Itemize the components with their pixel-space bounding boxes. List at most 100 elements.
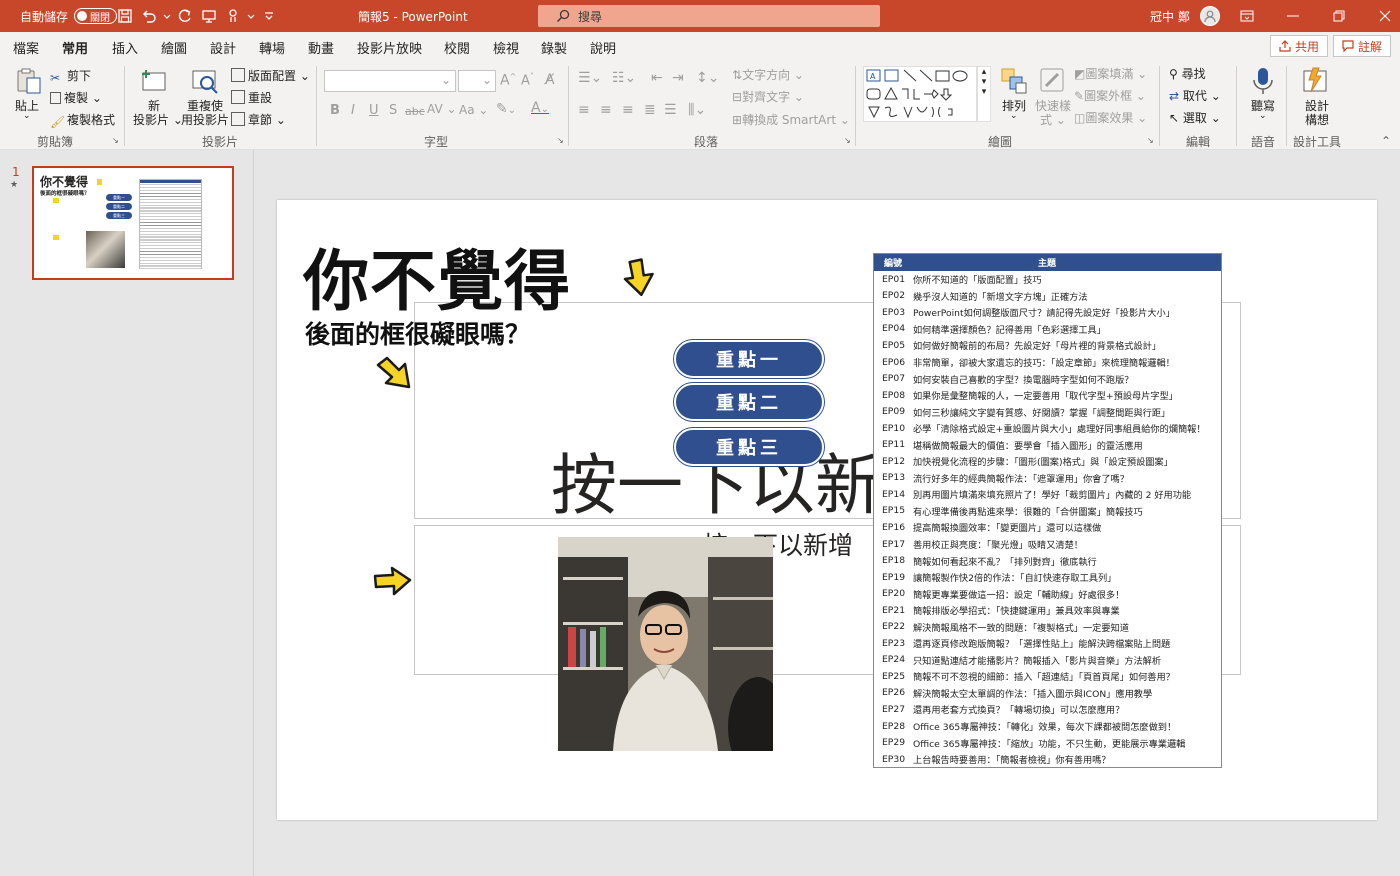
- clear-formatting-icon[interactable]: A̸: [545, 72, 555, 88]
- reuse-slides-button[interactable]: 用投影片: [181, 111, 229, 128]
- dictate-dropdown-icon[interactable]: ⌄: [1259, 111, 1267, 121]
- tab-review[interactable]: 校閱: [444, 38, 470, 57]
- text-direction-button[interactable]: ⇅文字方向 ⌄: [732, 66, 804, 83]
- tab-insert[interactable]: 插入: [112, 38, 138, 57]
- touch-dropdown-icon[interactable]: [246, 5, 256, 27]
- strikethrough-button[interactable]: abc: [405, 105, 425, 118]
- reuse-slides-icon[interactable]: [190, 66, 220, 96]
- layout-button[interactable]: 版面配置 ⌄: [231, 67, 310, 84]
- arrange-dropdown-icon[interactable]: ⌄: [1010, 111, 1018, 121]
- line-spacing-icon[interactable]: ↕⌄: [696, 70, 719, 86]
- decrease-font-icon[interactable]: A˅: [521, 72, 534, 88]
- arrow-down-icon[interactable]: [621, 258, 657, 298]
- restore-icon[interactable]: [1316, 0, 1362, 32]
- avatar[interactable]: [1199, 6, 1220, 26]
- font-name-dropdown[interactable]: ⌄: [324, 70, 456, 92]
- italic-button[interactable]: I: [351, 103, 355, 118]
- minimize-icon[interactable]: [1270, 0, 1316, 32]
- font-color-icon[interactable]: A⌄: [531, 100, 549, 116]
- font-size-dropdown[interactable]: ⌄: [458, 70, 496, 92]
- close-icon[interactable]: [1362, 0, 1400, 32]
- shapes-gallery[interactable]: A: [863, 66, 977, 122]
- shape-effects-button[interactable]: ◫圖案效果 ⌄: [1074, 109, 1147, 126]
- tab-animations[interactable]: 動畫: [308, 38, 334, 57]
- collapse-ribbon-icon[interactable]: ⌃: [1381, 134, 1391, 148]
- format-painter-button[interactable]: 🖌 複製格式: [50, 111, 115, 129]
- slide-thumbnail[interactable]: 你不覺得 後面的框很礙眼嗎？ 重點一 重點二 重點三: [32, 166, 234, 280]
- tab-file[interactable]: 檔案: [13, 38, 39, 57]
- paragraph-launcher-icon[interactable]: ↘: [844, 136, 851, 145]
- section-button[interactable]: 章節 ⌄: [231, 111, 286, 128]
- arrow-diagonal-icon[interactable]: [375, 355, 415, 391]
- shadow-button[interactable]: S: [389, 103, 397, 118]
- autosave-toggle[interactable]: 關閉: [74, 8, 118, 24]
- key-point-3-button[interactable]: 重點三: [674, 428, 824, 466]
- speaker-photo[interactable]: [558, 537, 773, 751]
- undo-icon[interactable]: [138, 5, 160, 27]
- share-button[interactable]: 共用: [1270, 35, 1328, 57]
- bold-button[interactable]: B: [330, 103, 340, 118]
- align-right-icon[interactable]: ≡: [622, 102, 634, 118]
- align-text-button[interactable]: ⊟對齊文字 ⌄: [732, 88, 804, 105]
- tab-home[interactable]: 常用: [62, 38, 89, 63]
- bullets-icon[interactable]: ☰⌄: [578, 70, 602, 86]
- comments-button[interactable]: 註解: [1333, 35, 1391, 57]
- episode-table[interactable]: 編號 主題 EP01 你所不知道的「版面配置」技巧 EP02 幾乎沒人知道的「新增文字…: [873, 253, 1222, 769]
- columns-icon[interactable]: ⫼⌄: [688, 102, 706, 118]
- arrange-icon[interactable]: [999, 66, 1029, 96]
- touch-mode-icon[interactable]: [222, 5, 244, 27]
- decrease-indent-icon[interactable]: ⇤: [651, 70, 663, 86]
- slide-canvas[interactable]: 按一下以新 按一下以新增 你不覺得 後面的框很礙眼嗎？ 重點一 重點二 重點三 …: [277, 200, 1377, 820]
- arrow-right-icon[interactable]: [372, 565, 414, 597]
- tab-draw[interactable]: 繪圖: [161, 38, 187, 57]
- clipboard-launcher-icon[interactable]: ↘: [112, 136, 119, 145]
- align-center-icon[interactable]: ≡: [600, 102, 612, 118]
- find-button[interactable]: ⚲ 尋找: [1169, 65, 1206, 82]
- customize-qat-icon[interactable]: [258, 5, 280, 27]
- tab-view[interactable]: 檢視: [493, 38, 519, 57]
- cut-button[interactable]: ✂ 剪下: [50, 67, 91, 85]
- replace-button[interactable]: ⇄ 取代 ⌄: [1169, 87, 1221, 104]
- new-slide-button[interactable]: 投影片 ⌄: [133, 111, 183, 128]
- highlight-color-icon[interactable]: ✎⌄: [496, 101, 516, 117]
- select-button[interactable]: ↖ 選取 ⌄: [1169, 109, 1221, 126]
- new-slide-icon[interactable]: [140, 66, 170, 96]
- user-name[interactable]: 冠中 鄭: [1150, 8, 1190, 25]
- tab-record[interactable]: 錄製: [541, 38, 567, 57]
- redo-icon[interactable]: [174, 5, 196, 27]
- key-point-2-button[interactable]: 重點二: [674, 383, 824, 421]
- design-ideas-button[interactable]: 構想: [1305, 111, 1329, 128]
- tab-design[interactable]: 設計: [210, 38, 236, 57]
- undo-dropdown-icon[interactable]: [162, 5, 172, 27]
- paste-dropdown-icon[interactable]: ⌄: [23, 111, 31, 121]
- paste-icon[interactable]: [14, 66, 44, 96]
- save-icon[interactable]: [114, 5, 136, 27]
- design-ideas-icon[interactable]: [1301, 66, 1331, 96]
- copy-button[interactable]: 複製 ⌄: [50, 89, 102, 106]
- slide-subtitle[interactable]: 後面的框很礙眼嗎？: [305, 315, 530, 351]
- key-point-1-button[interactable]: 重點一: [674, 340, 824, 378]
- present-from-start-icon[interactable]: [198, 5, 220, 27]
- align-left-icon[interactable]: ≡: [578, 102, 590, 118]
- microphone-icon[interactable]: [1248, 66, 1278, 96]
- ribbon-display-options-icon[interactable]: [1224, 0, 1270, 32]
- search-box[interactable]: 搜尋: [538, 5, 880, 27]
- font-launcher-icon[interactable]: ↘: [557, 136, 564, 145]
- justify-icon[interactable]: ≣: [644, 102, 656, 118]
- increase-indent-icon[interactable]: ⇥: [672, 70, 684, 86]
- quick-styles-icon[interactable]: [1038, 66, 1068, 96]
- increase-font-icon[interactable]: A^: [500, 72, 516, 89]
- reset-button[interactable]: 重設: [231, 89, 272, 106]
- convert-smartart-button[interactable]: ⊞轉換成 SmartArt ⌄: [732, 111, 850, 128]
- slide-title[interactable]: 你不覺得: [303, 228, 571, 324]
- underline-button[interactable]: U: [369, 103, 379, 118]
- change-case-button[interactable]: Aa ⌄: [459, 103, 488, 117]
- tab-slideshow[interactable]: 投影片放映: [357, 38, 422, 57]
- character-spacing-button[interactable]: AV ⌄: [427, 102, 457, 116]
- shape-outline-button[interactable]: ✎圖案外框 ⌄: [1074, 87, 1146, 104]
- tab-help[interactable]: 說明: [590, 38, 616, 57]
- quick-styles-button[interactable]: 式 ⌄: [1040, 111, 1066, 128]
- drawing-launcher-icon[interactable]: ↘: [1147, 136, 1154, 145]
- shapes-gallery-scroll[interactable]: ▴ ▾ ▾: [977, 66, 991, 122]
- numbering-icon[interactable]: ☷⌄: [612, 70, 636, 86]
